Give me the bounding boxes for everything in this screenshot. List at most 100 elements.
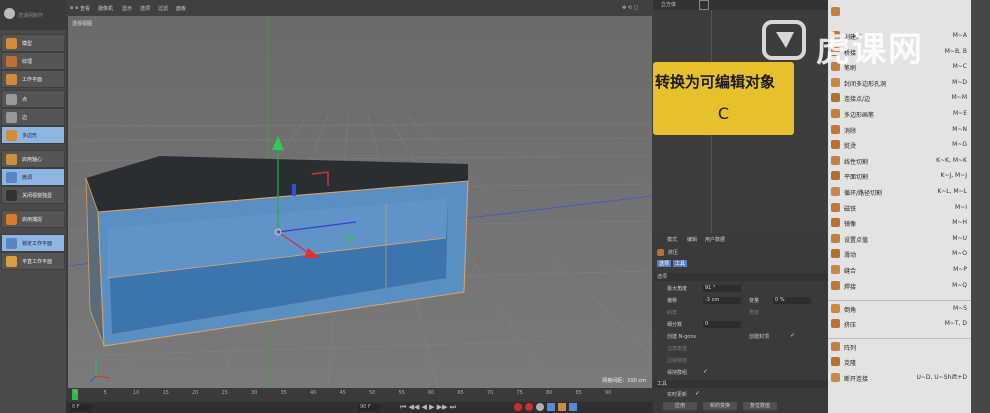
tool-button-1[interactable]: 纹理 — [1, 52, 65, 70]
menu-item-mirror[interactable]: 镜像 M~H — [828, 215, 971, 231]
tool-button-0[interactable]: 模型 — [1, 34, 65, 52]
timeline[interactable]: 0 5 10 15 20 25 30 35 40 45 50 55 60 65 70 75 80 85 90 — [66, 388, 653, 402]
logo: 虎课网制作 — [0, 0, 66, 30]
slide-icon — [831, 249, 840, 259]
timeline-tick: 50 — [369, 390, 376, 396]
bevel-icon — [831, 304, 840, 314]
subtab-tool[interactable]: 工具 — [673, 260, 688, 267]
tool-button-3[interactable]: 点 — [1, 90, 65, 108]
menu-item-slide[interactable]: 滑动 M~O — [828, 246, 971, 262]
menu-item-set-point[interactable]: 设置点值 M~U — [828, 231, 971, 247]
viewport-3d[interactable]: 透视视图 网格间距：100 cm — [68, 16, 652, 388]
vp-menu-view[interactable]: 查看 — [80, 5, 90, 12]
realtime-update-checkbox[interactable]: ✓ — [695, 391, 701, 397]
menu-item-shortcut: M~G — [952, 141, 967, 149]
timeline-tick: 15 — [162, 390, 169, 396]
menu-item-shortcut: M~O — [952, 250, 967, 258]
menu-item-stitch[interactable]: 缝合 M~P — [828, 262, 971, 278]
object-name[interactable]: 立方体 — [661, 1, 676, 8]
new-transform-button[interactable]: 新的变换 — [703, 402, 737, 410]
subdivision-field[interactable]: 0 — [703, 321, 741, 328]
menu-item-close-hole[interactable]: 封闭多边形孔洞 M~D — [828, 75, 971, 91]
apply-button[interactable]: 应用 — [663, 402, 697, 410]
viewport-nav-icons[interactable]: ✥ ⟲ ▢ — [622, 5, 638, 11]
tool-label: 纹理 — [22, 59, 33, 65]
menu-item-extrude[interactable]: 挤压 M~T, D — [828, 316, 971, 332]
offset-field[interactable]: -3 cm — [703, 297, 741, 304]
object-row[interactable]: 立方体 — [653, 0, 828, 10]
subtab-options[interactable]: 选项 — [657, 260, 672, 267]
extrude-tool-icon — [657, 249, 664, 256]
tool-button-10[interactable]: 锁定工作平面 — [1, 234, 65, 252]
menu-item-polygon-pen[interactable]: 多边形画笔 M~E — [828, 106, 971, 122]
attr-tab-mode[interactable]: 模式 — [667, 236, 677, 243]
timeline-tick: 70 — [487, 390, 494, 396]
extrude-icon — [831, 318, 840, 328]
vp-menu-filter[interactable]: 过滤 — [158, 5, 168, 12]
menu-item-weld[interactable]: 焊接 M~Q — [828, 278, 971, 294]
polygon-mode-icon — [6, 130, 17, 141]
timeline-tick: 45 — [339, 390, 346, 396]
knife-icon — [831, 155, 840, 165]
reset-values-button[interactable]: 复位数值 — [743, 402, 777, 410]
tooltip-title: 转换为可编辑对象 — [655, 73, 776, 91]
menu-item-clone[interactable]: 克隆 — [828, 354, 971, 370]
menu-item-shortcut: M~H — [952, 219, 967, 227]
tool-button-7[interactable]: 微调 — [1, 168, 65, 186]
mirror-icon — [831, 218, 840, 228]
logo-icon — [4, 8, 15, 19]
menu-item-loop-cut[interactable]: 循环/路径切割 K~L, M~L — [828, 184, 971, 200]
menu-item-iron[interactable]: 熨烫 M~G — [828, 137, 971, 153]
tool-button-11[interactable]: 平直工作平面 — [1, 252, 65, 270]
start-frame-field[interactable]: 0 F — [70, 404, 92, 411]
menu-top-icon — [831, 7, 840, 16]
menu-item-disconnect[interactable]: 断开连接 U~D, U~Shift+D — [828, 370, 971, 386]
menu-item-label: 封闭多边形孔洞 — [844, 80, 887, 88]
vp-menu-options[interactable]: 选项 — [140, 5, 150, 12]
tool-name: 挤压 — [668, 250, 679, 256]
timeline-tick: 25 — [221, 390, 228, 396]
menu-item-shortcut: M~T, D — [944, 319, 967, 327]
tool-button-5[interactable]: 多边形 — [1, 126, 65, 144]
dissolve-icon — [831, 124, 840, 134]
create-caps-checkbox[interactable]: ✓ — [790, 333, 796, 339]
end-frame-field[interactable]: 90 F — [358, 404, 380, 411]
polygon-pen-icon — [831, 109, 840, 118]
vp-menu-panel[interactable]: 面板 — [176, 5, 186, 12]
tool-label: 工作平面 — [22, 77, 43, 83]
vp-menu-camera[interactable]: 摄像机 — [98, 5, 113, 12]
scene-svg — [68, 16, 652, 388]
menu-item-label: 阵列 — [844, 345, 857, 353]
tool-button-8[interactable]: 关闭视窗独显 — [1, 186, 65, 204]
vp-menu-display[interactable]: 显示 — [122, 5, 132, 12]
menu-item-plane-cut[interactable]: 平面切割 K~J, M~J — [828, 168, 971, 184]
menu-item-dissolve[interactable]: 消除 M~N — [828, 122, 971, 138]
timeline-tick: 55 — [398, 390, 405, 396]
tool-button-4[interactable]: 边 — [1, 108, 65, 126]
record-icons[interactable] — [514, 403, 577, 413]
close-hole-icon — [831, 77, 840, 87]
tool-button-6[interactable]: 启用轴心 — [1, 150, 65, 168]
tool-button-9[interactable]: 启用捕捉 — [1, 210, 65, 228]
viewport-menubar: ▪ ▪ 查看 摄像机 显示 选项 过滤 面板 ✥ ⟲ ▢ — [66, 0, 653, 16]
variance-field[interactable]: 0 % — [773, 297, 811, 304]
menu-item-label: 连接点/边 — [844, 96, 871, 104]
menu-item-label: 平面切割 — [844, 174, 869, 182]
attr-tab-userdata[interactable]: 用户数据 — [705, 236, 725, 243]
menu-item-knife[interactable]: 线性切割 K~K, M~K — [828, 153, 971, 169]
menu-item-array[interactable]: 阵列 — [828, 338, 971, 355]
menu-item-label: 线性切割 — [844, 158, 869, 166]
tool-label: 多边形 — [22, 133, 38, 139]
menu-item-connect[interactable]: 连接点/边 M~M — [828, 90, 971, 106]
keep-groups-checkbox[interactable]: ✓ — [703, 369, 709, 375]
max-angle-field[interactable]: 91 ° — [703, 285, 741, 292]
set-point-icon — [831, 233, 840, 243]
tool-button-2[interactable]: 工作平面 — [1, 70, 65, 88]
timeline-tick: 0 — [74, 390, 78, 396]
attr-tab-edit[interactable]: 编辑 — [687, 236, 697, 243]
menu-item-magnet[interactable]: 磁铁 M~I — [828, 200, 971, 216]
playback-controls[interactable]: ⏮ ◀◀ ◀ ▶ ▶▶ ⏭ — [400, 403, 456, 412]
planar-workplane-icon — [6, 256, 17, 267]
menu-item-shortcut: K~J, M~J — [940, 172, 967, 180]
menu-item-bevel[interactable]: 倒角 M~S — [828, 300, 971, 317]
